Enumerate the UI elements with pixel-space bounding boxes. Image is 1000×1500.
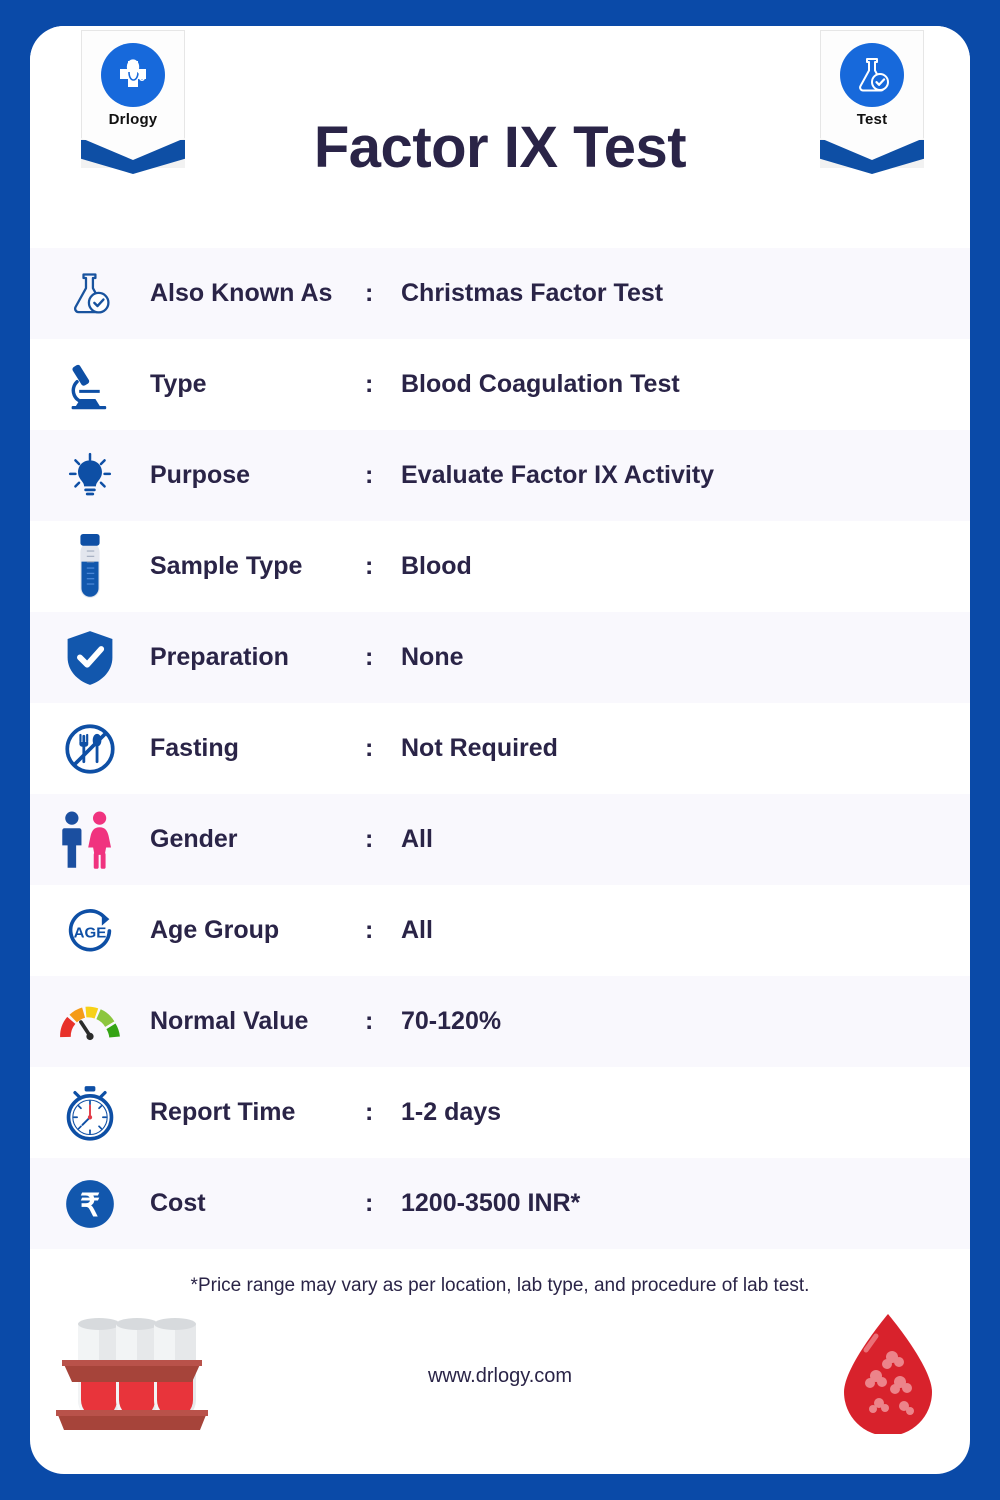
test-badge: Test [820, 30, 924, 184]
row-value: All [401, 916, 433, 944]
test-badge-label: Test [856, 111, 888, 128]
male-female-gender-icon [30, 810, 150, 870]
infographic-card: Drlogy Factor IX Test Test Also Known As… [30, 26, 970, 1474]
flask-check-icon [840, 43, 904, 107]
row-value: None [401, 643, 464, 671]
row-label: Fasting [150, 734, 239, 762]
gauge-meter-icon [30, 1001, 150, 1043]
row-label: Type [150, 370, 207, 398]
table-row: AGE Age Group : All [30, 885, 970, 976]
header: Drlogy Factor IX Test Test [30, 26, 970, 248]
microscope-icon [30, 358, 150, 412]
table-row: Also Known As : Christmas Factor Test [30, 248, 970, 339]
row-label: Preparation [150, 643, 289, 671]
row-colon: : [365, 1007, 374, 1035]
row-value: 1-2 days [401, 1098, 502, 1126]
row-value: Blood Coagulation Test [401, 370, 680, 398]
row-value: Not Required [401, 734, 558, 762]
row-colon: : [365, 916, 374, 944]
row-value: Blood [401, 552, 472, 580]
test-tube-icon [30, 533, 150, 600]
table-row: Type : Blood Coagulation Test [30, 339, 970, 430]
footer: www.drlogy.com [30, 1297, 970, 1447]
row-colon: : [365, 825, 374, 853]
row-label: Normal Value [150, 1007, 309, 1035]
row-label: Report Time [150, 1098, 296, 1126]
table-row: Gender : All [30, 794, 970, 885]
row-label: Purpose [150, 461, 251, 489]
row-colon: : [365, 734, 374, 762]
table-row: Normal Value : 70-120% [30, 976, 970, 1067]
row-label: Gender [150, 825, 238, 853]
row-colon: : [365, 1098, 374, 1126]
table-row: Purpose : Evaluate Factor IX Activity [30, 430, 970, 521]
website-url: www.drlogy.com [427, 1365, 573, 1387]
blood-drop-icon [836, 1310, 940, 1439]
row-label: Cost [150, 1189, 206, 1217]
svg-text:AGE: AGE [74, 924, 107, 941]
details-table: Also Known As : Christmas Factor Test Ty… [30, 248, 970, 1249]
table-row: Fasting : Not Required [30, 703, 970, 794]
shield-check-icon [30, 630, 150, 686]
lightbulb-icon [30, 451, 150, 501]
test-badge-ribbon [820, 138, 924, 184]
row-value: All [401, 825, 433, 853]
age-group-icon: AGE [30, 903, 150, 959]
table-row: Preparation : None [30, 612, 970, 703]
row-colon: : [365, 461, 374, 489]
no-food-fasting-icon [30, 723, 150, 775]
rupee-coin-icon: ₹ [30, 1178, 150, 1230]
row-value: Evaluate Factor IX Activity [401, 461, 715, 489]
stopwatch-icon [30, 1084, 150, 1142]
flask-check-icon [30, 268, 150, 320]
price-disclaimer: *Price range may vary as per location, l… [190, 1275, 810, 1296]
row-colon: : [365, 279, 374, 307]
row-value: 70-120% [401, 1007, 502, 1035]
table-row: ₹ Cost : 1200-3500 INR* [30, 1158, 970, 1249]
row-label: Sample Type [150, 552, 303, 580]
drlogy-logo-icon [101, 43, 165, 107]
row-value: Christmas Factor Test [401, 279, 664, 307]
row-colon: : [365, 643, 374, 671]
row-value: 1200-3500 INR* [401, 1189, 581, 1217]
row-label: Age Group [150, 916, 280, 944]
row-colon: : [365, 552, 374, 580]
row-colon: : [365, 1189, 374, 1217]
row-label: Also Known As [150, 279, 333, 307]
table-row: Report Time : 1-2 days [30, 1067, 970, 1158]
svg-text:₹: ₹ [80, 1187, 100, 1222]
table-row: Sample Type : Blood [30, 521, 970, 612]
row-colon: : [365, 370, 374, 398]
